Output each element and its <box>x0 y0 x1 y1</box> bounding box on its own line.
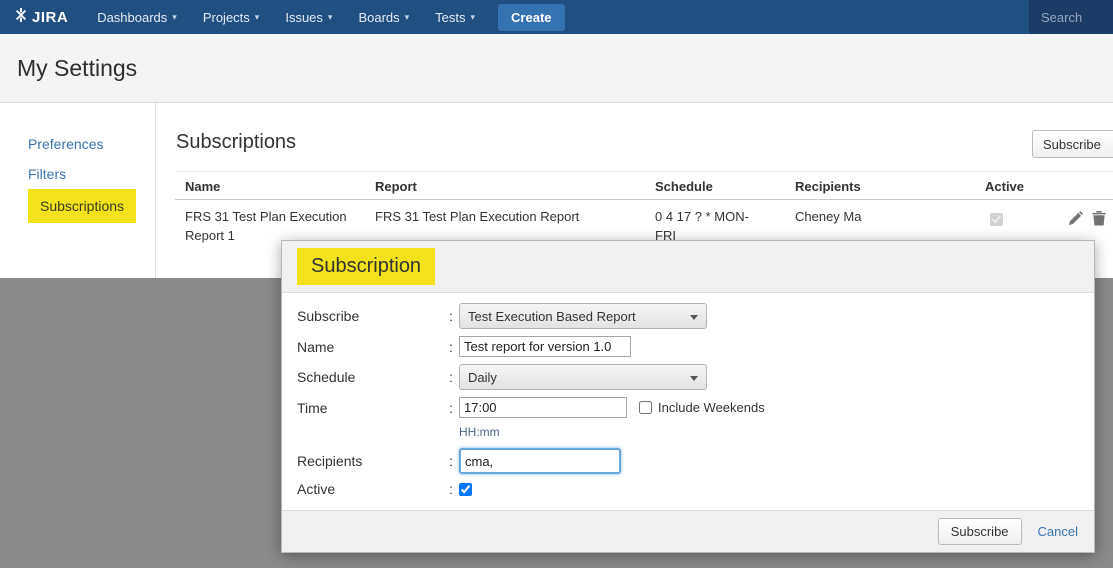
field-colon: : <box>449 339 459 355</box>
create-button[interactable]: Create <box>498 4 564 31</box>
field-colon: : <box>449 400 459 416</box>
subscribe-type-dropdown[interactable]: Test Execution Based Report <box>459 303 707 329</box>
jira-logo-text: JIRA <box>32 9 68 26</box>
col-header-recipients: Recipients <box>795 179 861 194</box>
sidebar-item-subscriptions-label[interactable]: Subscriptions <box>28 189 136 223</box>
schedule-field-row: Schedule : Daily <box>297 364 1079 390</box>
subscribe-type-value: Test Execution Based Report <box>468 309 636 324</box>
sidebar-item-preferences[interactable]: Preferences <box>0 129 155 159</box>
field-colon: : <box>449 369 459 385</box>
nav-boards-label: Boards <box>358 10 399 25</box>
nav-issues[interactable]: Issues ▾ <box>272 0 345 34</box>
chevron-down-icon: ▾ <box>328 12 333 23</box>
recipients-input[interactable] <box>459 448 621 474</box>
table-top-border <box>175 171 1113 172</box>
name-field-label: Name <box>297 339 449 355</box>
top-navbar: JIRA Dashboards ▾ Projects ▾ Issues ▾ Bo… <box>0 0 1113 34</box>
row-recipients: Cheney Ma <box>795 207 945 226</box>
active-field-label: Active <box>297 481 449 497</box>
schedule-value: Daily <box>468 370 497 385</box>
jira-logo-icon <box>14 8 28 26</box>
subscriptions-heading: Subscriptions <box>176 131 296 154</box>
time-field-row: Time : Include Weekends <box>297 397 1079 418</box>
nav-tests-label: Tests <box>435 10 465 25</box>
time-field-label: Time <box>297 400 449 416</box>
recipients-field-row: Recipients : <box>297 448 1079 474</box>
page-title: My Settings <box>17 55 137 82</box>
chevron-down-icon <box>690 315 698 320</box>
subscription-dialog: Subscription Subscribe : Test Execution … <box>281 240 1095 553</box>
field-colon: : <box>449 308 459 324</box>
active-field-row: Active : <box>297 481 1079 497</box>
col-header-active: Active <box>985 179 1024 194</box>
schedule-dropdown[interactable]: Daily <box>459 364 707 390</box>
col-header-report: Report <box>375 179 417 194</box>
subscribe-button[interactable]: Subscribe <box>1032 130 1113 158</box>
recipients-field-label: Recipients <box>297 453 449 469</box>
settings-sidebar: Preferences Filters Subscriptions <box>0 103 156 278</box>
subscribe-field-row: Subscribe : Test Execution Based Report <box>297 303 1079 329</box>
schedule-field-label: Schedule <box>297 369 449 385</box>
field-colon: : <box>449 453 459 469</box>
col-header-schedule: Schedule <box>655 179 713 194</box>
chevron-down-icon <box>690 376 698 381</box>
nav-issues-label: Issues <box>285 10 323 25</box>
field-colon: : <box>449 481 459 497</box>
subscribe-field-label: Subscribe <box>297 308 449 324</box>
delete-icon[interactable] <box>1092 211 1106 231</box>
dialog-header: Subscription <box>282 241 1094 293</box>
chevron-down-icon: ▾ <box>172 12 177 23</box>
chevron-down-icon: ▾ <box>255 12 260 23</box>
nav-projects-label: Projects <box>203 10 250 25</box>
row-active-checkbox <box>990 213 1003 226</box>
chevron-down-icon: ▾ <box>471 12 476 23</box>
chevron-down-icon: ▾ <box>405 12 410 23</box>
nav-projects[interactable]: Projects ▾ <box>190 0 273 34</box>
nav-dashboards[interactable]: Dashboards ▾ <box>84 0 190 34</box>
page-header: My Settings <box>0 34 1113 103</box>
nav-boards[interactable]: Boards ▾ <box>345 0 422 34</box>
nav-dashboards-label: Dashboards <box>97 10 167 25</box>
time-input[interactable] <box>459 397 627 418</box>
dialog-cancel-link[interactable]: Cancel <box>1038 524 1078 539</box>
name-input[interactable] <box>459 336 631 357</box>
dialog-subscribe-button[interactable]: Subscribe <box>938 518 1022 545</box>
active-checkbox[interactable] <box>459 483 472 496</box>
nav-tests[interactable]: Tests ▾ <box>422 0 488 34</box>
include-weekends-checkbox[interactable] <box>639 401 652 414</box>
table-header-border <box>175 199 1113 200</box>
jira-logo[interactable]: JIRA <box>14 8 68 26</box>
sidebar-item-filters[interactable]: Filters <box>0 159 155 189</box>
time-format-hint: HH:mm <box>459 425 1079 439</box>
col-header-name: Name <box>185 179 220 194</box>
row-report: FRS 31 Test Plan Execution Report <box>375 207 645 226</box>
dialog-title: Subscription <box>297 248 435 285</box>
dialog-body: Subscribe : Test Execution Based Report … <box>282 293 1094 497</box>
edit-icon[interactable] <box>1068 211 1083 231</box>
search-input[interactable] <box>1029 0 1113 34</box>
jira-my-settings-screen: JIRA Dashboards ▾ Projects ▾ Issues ▾ Bo… <box>0 0 1113 568</box>
sidebar-item-subscriptions[interactable]: Subscriptions <box>0 189 155 227</box>
name-field-row: Name : <box>297 336 1079 357</box>
dialog-footer: Subscribe Cancel <box>282 510 1094 552</box>
include-weekends-label: Include Weekends <box>658 400 765 415</box>
